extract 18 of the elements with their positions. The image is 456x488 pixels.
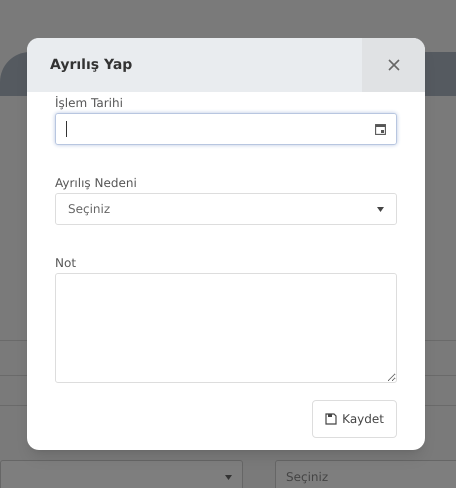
modal-title: Ayrılış Yap <box>49 56 134 74</box>
background-select[interactable] <box>0 460 243 488</box>
dropdown-caret-icon <box>377 206 384 212</box>
close-icon <box>388 59 400 71</box>
note-textarea[interactable] <box>55 273 397 383</box>
field-label: İşlem Tarihi <box>55 96 124 110</box>
save-icon <box>325 413 338 425</box>
select-value: Seçiniz <box>286 469 330 486</box>
close-button[interactable] <box>362 38 425 92</box>
select-value: Seçiniz <box>68 201 112 218</box>
text-cursor <box>66 121 67 137</box>
dropdown-caret-icon <box>225 474 232 480</box>
field-label: Not <box>55 256 78 270</box>
save-button[interactable]: Kaydet <box>312 400 397 438</box>
calendar-icon <box>375 123 386 135</box>
date-input[interactable] <box>55 113 397 145</box>
select-field[interactable]: Seçiniz <box>55 193 397 225</box>
field-label: Ayrılış Nedeni <box>55 176 138 190</box>
